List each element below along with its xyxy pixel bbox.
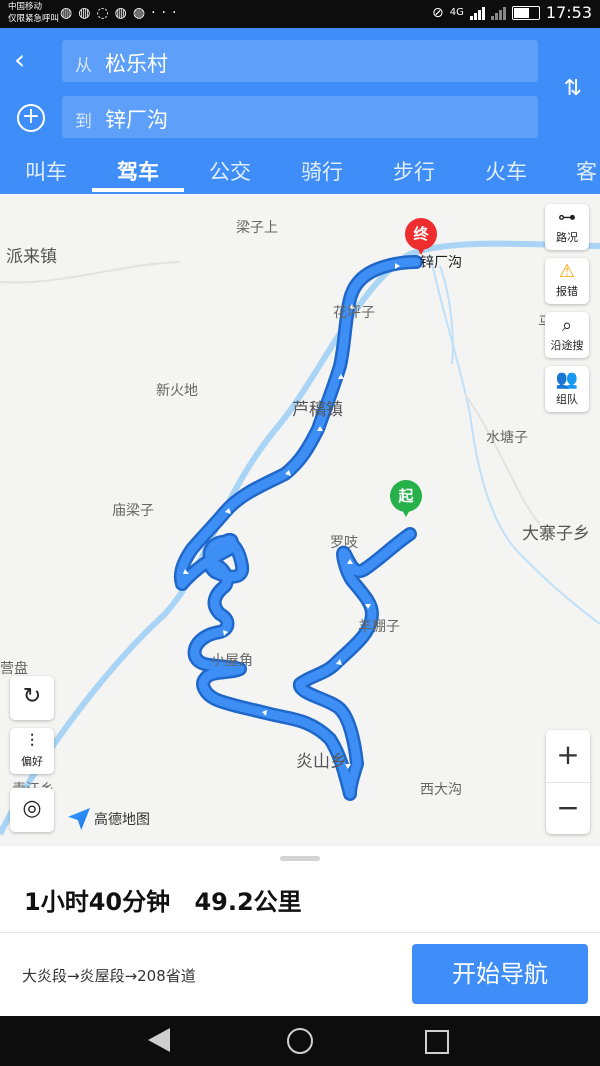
signal-icon: [469, 6, 485, 20]
locate-icon: ◎: [22, 796, 42, 821]
carrier-name: 中国移动: [8, 2, 43, 12]
route-duration: 1小时40分钟: [24, 888, 171, 916]
map-label: 芦稿镇: [292, 400, 343, 420]
search-along-button[interactable]: ⌕ 沿途搜: [545, 312, 589, 358]
status-bar: 中国移动 仅限紧急呼叫 ◍◍◌◍◍··· ⊘ 4G 17:53: [0, 0, 600, 28]
signal-icon: [490, 6, 506, 20]
tab-ride[interactable]: 骑行: [276, 156, 368, 186]
origin-prefix: 从: [75, 56, 92, 76]
search-along-label: 沿途搜: [550, 339, 584, 352]
preferences-button[interactable]: ⫶ 偏好: [10, 728, 54, 774]
clock: 17:53: [545, 3, 592, 22]
map-view[interactable]: 梁子上 派来镇 锌厂沟 花坪子 芦稿镇 新火地 水塘子 庙梁子 罗吱 大寨子乡 …: [0, 194, 600, 846]
start-navigation-button[interactable]: 开始导航: [412, 944, 588, 1004]
back-nav-icon[interactable]: [148, 1028, 170, 1052]
road: [464, 393, 541, 525]
amap-logo-icon: [68, 808, 90, 830]
map-label: 营盘: [0, 661, 28, 677]
destination-field[interactable]: 到 锌厂沟: [62, 96, 538, 138]
zoom-in-button[interactable]: +: [546, 730, 590, 783]
search-icon: ⌕: [561, 315, 573, 336]
map-label: 炎山乡: [296, 752, 347, 772]
map-label: 梁子上: [236, 220, 278, 236]
map-label: 花坪子: [333, 305, 375, 321]
transport-tabs: 叫车 驾车 公交 骑行 步行 火车 客: [0, 156, 600, 194]
network-type: 4G: [449, 7, 464, 18]
system-nav-bar: [0, 1016, 600, 1066]
map-label: 庙梁子: [112, 503, 154, 519]
refresh-button[interactable]: ↻: [10, 676, 54, 720]
traffic-label: 路况: [556, 231, 578, 244]
map-label: 派来镇: [6, 247, 57, 267]
wechat-icon: ◍: [132, 5, 152, 21]
tab-taxi[interactable]: 叫车: [0, 156, 92, 186]
map-label: 新火地: [156, 383, 198, 399]
back-icon[interactable]: ‹: [14, 46, 42, 74]
message-icon: ◌: [96, 5, 115, 21]
notification-icons: ◍◍◌◍◍···: [60, 5, 182, 21]
zoom-controls: + −: [546, 730, 590, 834]
preferences-label: 偏好: [21, 755, 43, 768]
map-label: 羊棚子: [358, 619, 400, 635]
tab-bus[interactable]: 公交: [184, 156, 276, 186]
zoom-out-button[interactable]: −: [546, 783, 590, 835]
mute-icon: ⊘: [432, 4, 444, 21]
map-label: 西大沟: [420, 782, 462, 798]
more-icon: ···: [151, 5, 183, 21]
destination-prefix: 到: [75, 112, 92, 132]
active-tab-indicator: [92, 188, 184, 192]
report-error-label: 报错: [556, 285, 578, 298]
route-summary-sheet: 1小时40分钟 49.2公里 大炎段→炎屋段→208省道 开始导航: [0, 846, 600, 1016]
map-label: 水塘子: [486, 430, 528, 446]
drag-handle[interactable]: [280, 856, 320, 861]
carrier-status: 仅限紧急呼叫: [8, 14, 60, 24]
tab-coach[interactable]: 客: [552, 156, 600, 186]
tab-walk[interactable]: 步行: [368, 156, 460, 186]
team-button[interactable]: 👥 组队: [545, 366, 589, 412]
swap-icon[interactable]: ⇅: [564, 76, 582, 101]
map-label: 小屋角: [211, 653, 253, 669]
map-label: 罗吱: [330, 535, 358, 551]
wechat-icon: ◍: [60, 5, 79, 21]
traffic-icon: ⊶: [558, 207, 576, 228]
divider: [0, 932, 600, 933]
locate-button[interactable]: ◎: [10, 788, 54, 832]
status-right: ⊘ 4G 17:53: [432, 3, 592, 22]
tab-drive[interactable]: 驾车: [92, 156, 184, 186]
refresh-icon: ↻: [22, 684, 42, 709]
route-distance: 49.2公里: [194, 888, 302, 916]
team-label: 组队: [556, 393, 578, 406]
route-header: ‹ + 从 松乐村 到 锌厂沟 ⇅ 叫车 驾车 公交 骑行 步行 火车 客: [0, 28, 600, 194]
recents-nav-icon[interactable]: [425, 1030, 449, 1054]
route-roads: 大炎段→炎屋段→208省道: [22, 967, 196, 985]
map-label: 大寨子乡: [522, 524, 590, 544]
wechat-icon: ◍: [114, 5, 133, 21]
carrier-info: 中国移动 仅限紧急呼叫: [8, 1, 59, 25]
origin-field[interactable]: 从 松乐村: [62, 40, 538, 82]
destination-value: 锌厂沟: [105, 108, 168, 132]
home-nav-icon[interactable]: [287, 1028, 313, 1054]
battery-icon: [511, 5, 540, 20]
end-pin[interactable]: 终: [405, 218, 437, 255]
warning-icon: ⚠: [558, 261, 576, 282]
start-pin[interactable]: 起: [390, 480, 422, 517]
route-summary: 1小时40分钟 49.2公里: [24, 882, 318, 917]
add-waypoint-icon[interactable]: +: [17, 104, 45, 132]
sliders-icon: ⫶: [29, 731, 35, 752]
traffic-button[interactable]: ⊶ 路况: [545, 204, 589, 250]
origin-value: 松乐村: [105, 52, 168, 76]
logo-text: 高德地图: [94, 812, 150, 828]
amap-logo: 高德地图: [68, 808, 150, 830]
team-icon: 👥: [555, 369, 579, 390]
river-branch-2: [439, 265, 454, 365]
destination-label: 锌厂沟: [420, 255, 462, 271]
tab-train[interactable]: 火车: [460, 156, 552, 186]
wechat-icon: ◍: [78, 5, 97, 21]
report-error-button[interactable]: ⚠ 报错: [545, 258, 589, 304]
river: [0, 240, 600, 836]
